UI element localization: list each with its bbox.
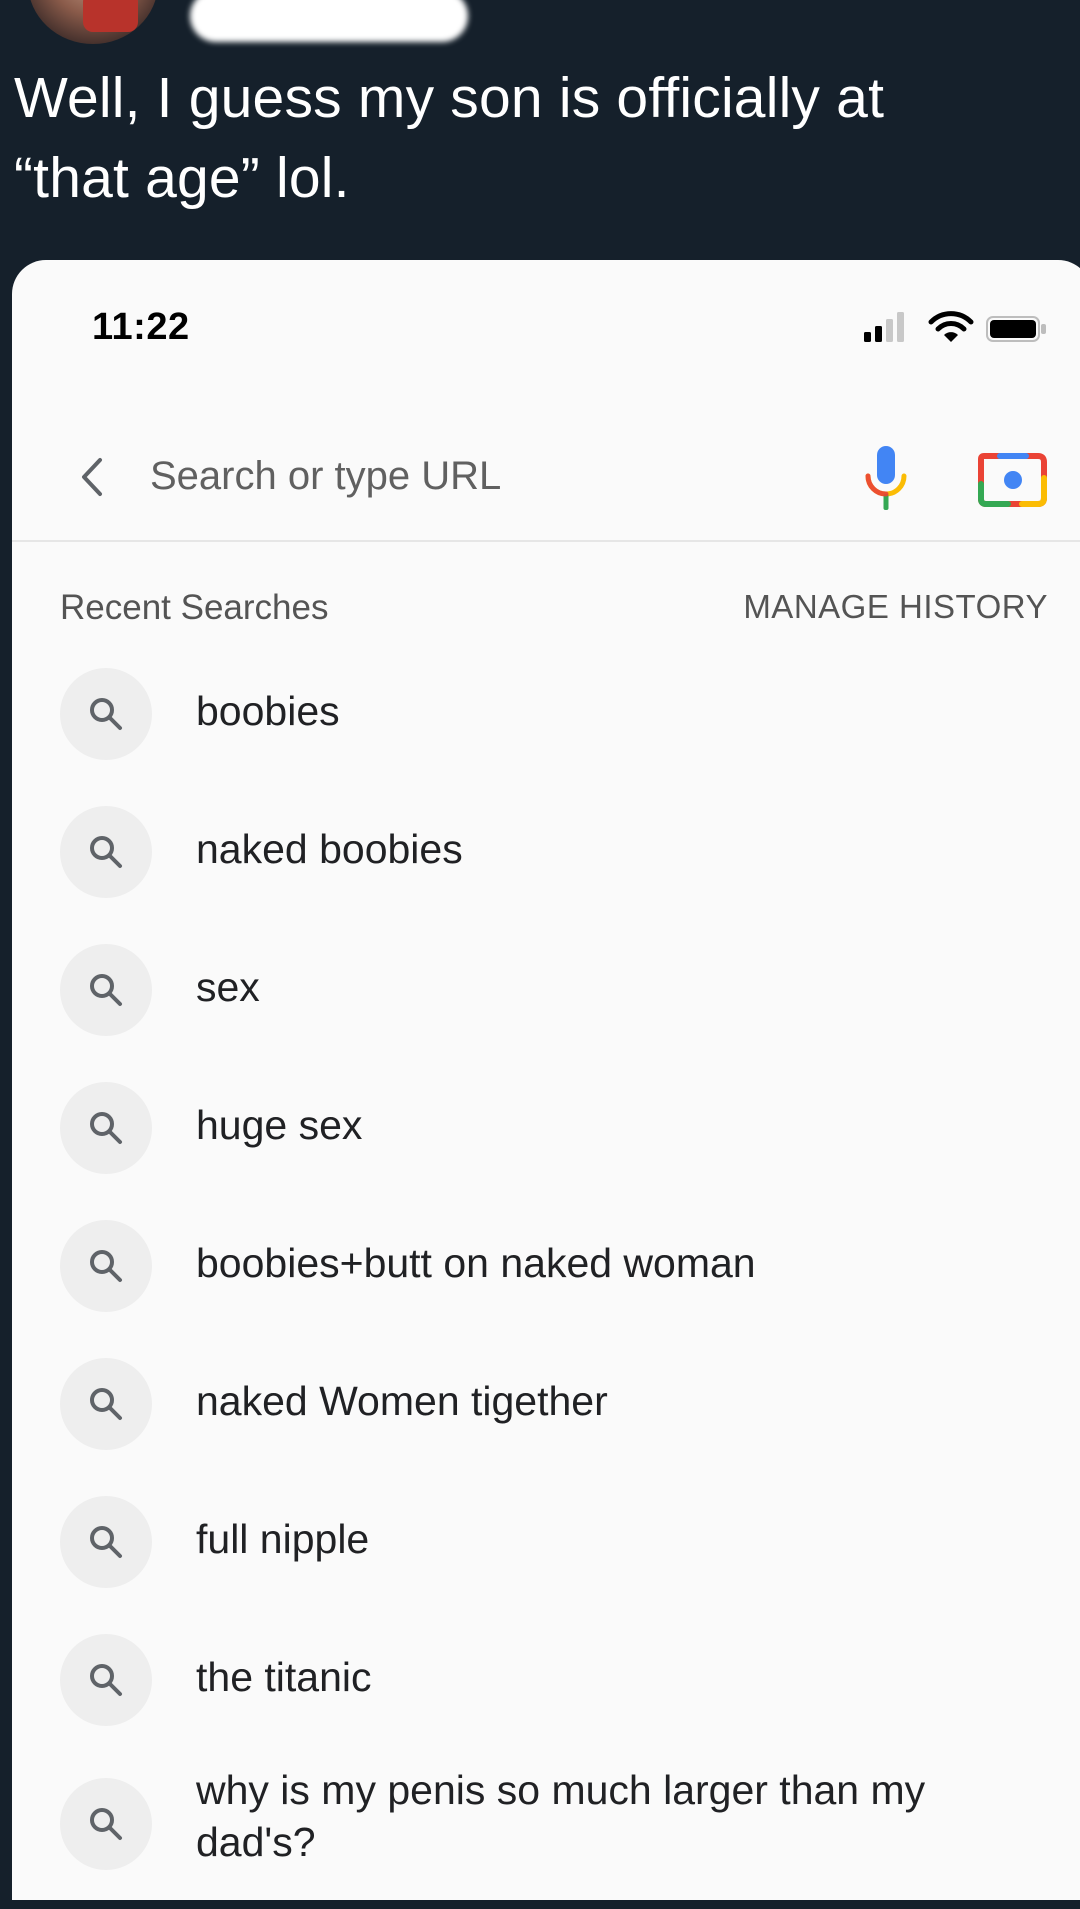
manage-history-link[interactable]: MANAGE HISTORY <box>743 588 1048 626</box>
search-icon <box>90 1526 122 1558</box>
list-item-label: full nipple <box>196 1516 370 1562</box>
recent-searches-title: Recent Searches <box>60 588 329 627</box>
mic-icon[interactable] <box>856 440 916 520</box>
back-icon[interactable] <box>72 452 112 502</box>
redacted-username <box>190 0 468 42</box>
page: Well, I guess my son is officially at “t… <box>0 0 1080 1909</box>
search-icon <box>90 974 122 1006</box>
tweet-text-line-2: “that age” lol. <box>14 146 350 210</box>
list-item-label: why is my penis so much larger than my d… <box>196 1767 926 1865</box>
wifi-icon <box>928 311 974 342</box>
signal-icon <box>864 312 904 342</box>
search-input[interactable] <box>150 446 710 506</box>
search-icon-badge <box>60 1496 152 1588</box>
search-icon <box>90 1664 122 1696</box>
list-item[interactable]: why is my penis so much larger than my d… <box>12 1764 1080 1874</box>
list-item-label: the titanic <box>196 1654 372 1700</box>
search-icon <box>90 1808 122 1840</box>
list-item-label: sex <box>196 964 260 1010</box>
tweet-header: Well, I guess my son is officially at “t… <box>0 0 1080 260</box>
battery-icon <box>986 316 1046 342</box>
search-icon <box>90 1388 122 1420</box>
search-icon <box>90 698 122 730</box>
list-item[interactable]: sex <box>12 936 1080 1046</box>
list-item[interactable]: the titanic <box>12 1626 1080 1736</box>
search-icon-badge <box>60 1220 152 1312</box>
search-icon-badge <box>60 806 152 898</box>
search-icon <box>90 836 122 868</box>
status-icons <box>862 311 1062 346</box>
list-item[interactable]: huge sex <box>12 1074 1080 1184</box>
list-item-label: boobies <box>196 688 340 734</box>
list-item-label: boobies+butt on naked woman <box>196 1240 756 1286</box>
status-bar: 11:22 <box>12 260 1080 370</box>
list-item[interactable]: boobies <box>12 660 1080 770</box>
search-icon-badge <box>60 1778 152 1870</box>
list-item[interactable]: boobies+butt on naked woman <box>12 1212 1080 1322</box>
list-item[interactable]: naked Women tigether <box>12 1350 1080 1460</box>
list-item-label: naked boobies <box>196 826 463 872</box>
search-icon <box>90 1112 122 1144</box>
address-bar <box>12 400 1080 542</box>
list-item[interactable]: full nipple <box>12 1488 1080 1598</box>
tweet-text-line-1: Well, I guess my son is officially at <box>14 66 885 130</box>
list-item[interactable]: naked boobies <box>12 798 1080 908</box>
search-icon-badge <box>60 1358 152 1450</box>
tweet-text: Well, I guess my son is officially at “t… <box>14 58 1054 218</box>
search-icon-badge <box>60 1082 152 1174</box>
list-item-label: naked Women tigether <box>196 1378 608 1424</box>
search-icon <box>90 1250 122 1282</box>
search-icon-badge <box>60 668 152 760</box>
avatar[interactable] <box>28 0 158 44</box>
search-icon-badge <box>60 944 152 1036</box>
lens-icon[interactable] <box>978 448 1048 510</box>
recent-searches-header: Recent Searches MANAGE HISTORY <box>12 578 1080 638</box>
list-item-label: huge sex <box>196 1102 363 1148</box>
search-icon-badge <box>60 1634 152 1726</box>
status-time: 11:22 <box>92 306 190 348</box>
phone-screenshot: 11:22 Search or type URL Recent Searches… <box>12 260 1080 1900</box>
